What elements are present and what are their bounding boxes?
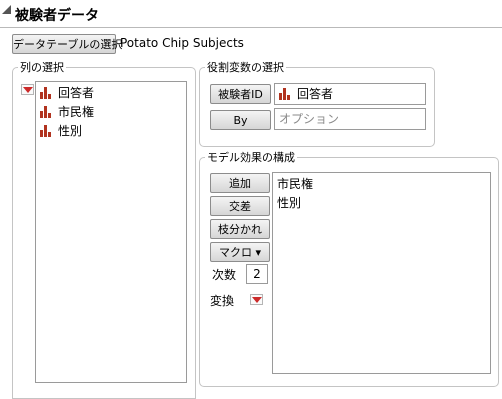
disclosure-triangle-icon[interactable] bbox=[2, 5, 11, 14]
add-button[interactable]: 追加 bbox=[210, 173, 270, 193]
column-list[interactable]: 回答者 市民権 性別 bbox=[35, 81, 187, 383]
model-effects-label: モデル効果の構成 bbox=[205, 149, 297, 165]
by-field[interactable]: オプション bbox=[274, 108, 426, 130]
red-triangle-icon bbox=[252, 297, 262, 303]
list-item-column[interactable]: 市民権 bbox=[40, 103, 180, 121]
red-triangle-icon bbox=[23, 87, 33, 93]
macros-dropdown-button[interactable]: マクロ ▾ bbox=[210, 242, 270, 262]
list-item-effect[interactable]: 性別 bbox=[277, 194, 301, 211]
transform-label: 変換 bbox=[210, 294, 235, 308]
role-variables-group bbox=[199, 67, 435, 147]
model-effects-list[interactable]: 市民権 性別 bbox=[272, 172, 491, 374]
column-options-menu[interactable] bbox=[21, 84, 34, 95]
list-item-effect[interactable]: 市民権 bbox=[277, 175, 313, 192]
nominal-column-icon bbox=[40, 125, 53, 137]
subject-id-button[interactable]: 被験者ID bbox=[210, 84, 271, 104]
degree-label: 次数 bbox=[212, 268, 237, 282]
by-button[interactable]: By bbox=[210, 110, 271, 130]
list-item-column[interactable]: 回答者 bbox=[40, 84, 180, 102]
nest-button[interactable]: 枝分かれ bbox=[210, 219, 270, 239]
list-item-column[interactable]: 性別 bbox=[40, 122, 180, 140]
section-title: 被験者データ bbox=[15, 8, 99, 24]
subject-id-value: 回答者 bbox=[297, 87, 334, 101]
divider bbox=[0, 27, 502, 28]
role-variables-label: 役割変数の選択 bbox=[205, 59, 286, 75]
cross-button[interactable]: 交差 bbox=[210, 196, 270, 216]
nominal-column-icon bbox=[40, 87, 53, 99]
nominal-column-icon bbox=[40, 106, 53, 118]
section-header: 被験者データ bbox=[0, 0, 502, 28]
select-data-table-button[interactable]: データテーブルの選択 bbox=[12, 34, 122, 54]
data-table-name: Potato Chip Subjects bbox=[120, 36, 244, 50]
degree-field[interactable]: 2 bbox=[246, 264, 268, 284]
nominal-column-icon bbox=[279, 88, 292, 100]
transform-menu[interactable] bbox=[250, 294, 263, 305]
column-selection-label: 列の選択 bbox=[18, 59, 66, 75]
subject-id-field[interactable]: 回答者 bbox=[274, 83, 426, 105]
